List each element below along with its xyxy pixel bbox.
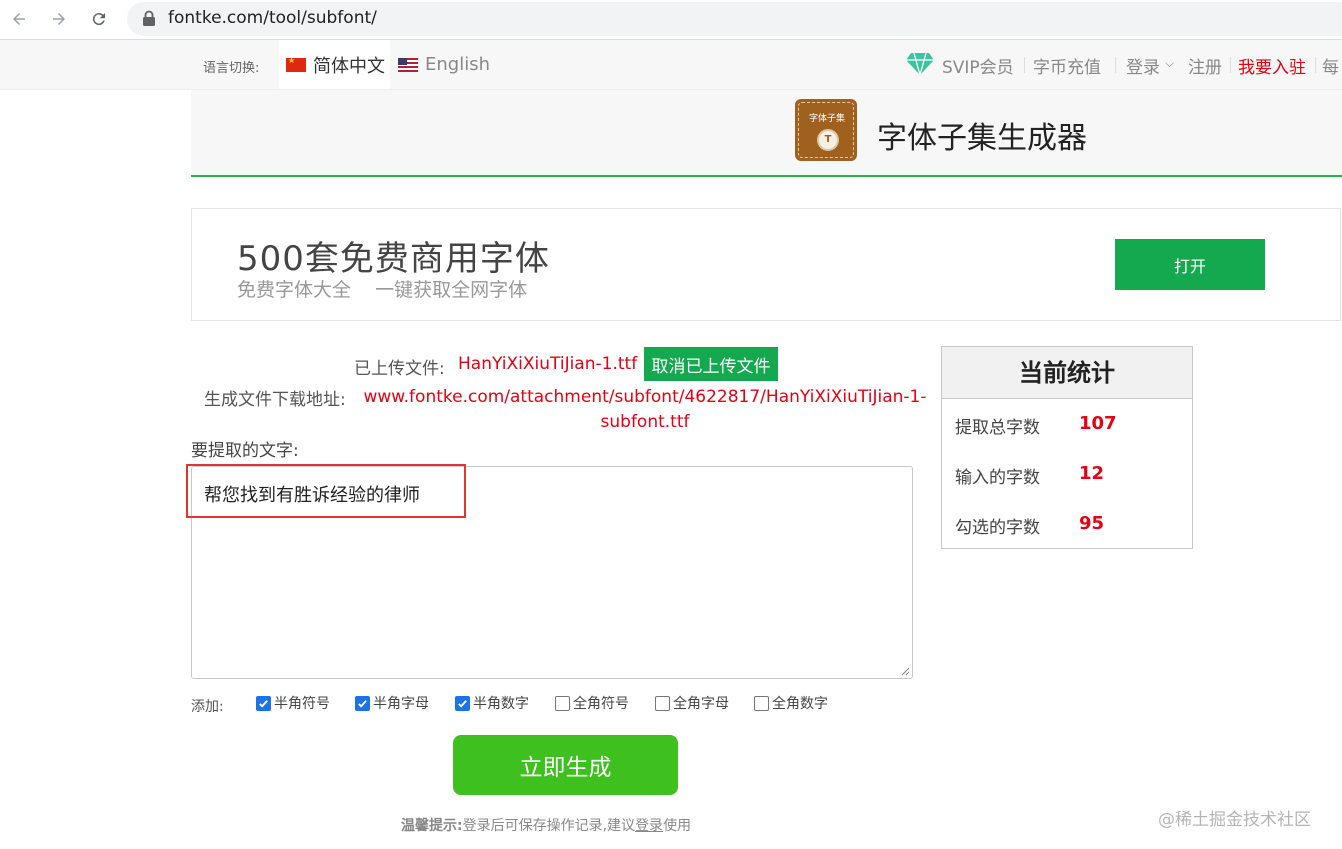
svip-link[interactable]: SVIP会员 — [942, 53, 1014, 78]
generate-button[interactable]: 立即生成 — [453, 735, 678, 795]
divider — [1315, 57, 1316, 73]
register-link[interactable]: 注册 — [1188, 53, 1222, 78]
stat-label-total: 提取总字数 — [955, 418, 1040, 438]
recharge-link[interactable]: 字币充值 — [1033, 53, 1101, 78]
logo-coin: T — [817, 129, 839, 151]
subfont-logo-icon: 字体子集 T — [795, 99, 857, 161]
tip-prefix: 温馨提示: — [401, 818, 463, 834]
site-topbar: 语言切换: 简体中文 English SVIP会员 字币充值 登录 ⌵ 注册 我… — [0, 40, 1342, 90]
checkbox-checked-icon[interactable] — [455, 695, 470, 711]
watermark: @稀土掘金技术社区 — [1158, 810, 1311, 830]
download-url-link[interactable]: www.fontke.com/attachment/subfont/462281… — [360, 385, 930, 435]
extract-text-input[interactable] — [191, 466, 913, 679]
charset-option[interactable]: 全角数字 — [754, 693, 828, 713]
checkbox-unchecked-icon[interactable] — [555, 695, 570, 711]
checkbox-unchecked-icon[interactable] — [754, 695, 769, 711]
browser-toolbar: fontke.com/tool/subfont/ — [0, 0, 1342, 40]
login-tip: 温馨提示:登录后可保存操作记录,建议登录使用 — [401, 815, 691, 835]
reload-icon[interactable] — [87, 7, 111, 31]
tip-text: 登录后可保存操作记录,建议 — [462, 818, 636, 834]
add-options-label: 添加: — [191, 699, 224, 715]
chevron-down-icon[interactable]: ⌵ — [1165, 56, 1174, 71]
divider — [1230, 57, 1231, 73]
uploaded-file-name: HanYiXiXiuTiJian-1.ttf — [458, 354, 638, 374]
stat-value-total: 107 — [1079, 413, 1117, 434]
checkbox-checked-icon[interactable] — [355, 695, 370, 711]
checkbox-checked-icon[interactable] — [256, 695, 271, 711]
join-link[interactable]: 我要入驻 — [1238, 53, 1306, 78]
charset-option[interactable]: 半角符号 — [256, 693, 330, 713]
stats-panel: 当前统计 提取总字数 107 输入的字数 12 勾选的字数 95 — [941, 346, 1193, 549]
download-url-label: 生成文件下载地址: — [204, 390, 346, 410]
divider — [1024, 57, 1025, 73]
charset-option-label: 全角符号 — [573, 696, 629, 712]
page-title: 字体子集生成器 — [877, 121, 1087, 156]
resize-grip-icon[interactable] — [898, 664, 910, 676]
stat-label-input: 输入的字数 — [955, 468, 1040, 488]
lock-icon — [143, 10, 155, 26]
tip-suffix: 使用 — [663, 818, 692, 834]
charset-option-label: 半角数字 — [473, 696, 529, 712]
diamond-icon — [906, 52, 934, 76]
ad-subtitle: 免费字体大全 一键获取全网字体 — [237, 279, 528, 301]
charset-option[interactable]: 全角符号 — [555, 693, 629, 713]
charset-option[interactable]: 半角数字 — [455, 693, 529, 713]
checkbox-unchecked-icon[interactable] — [655, 695, 670, 711]
lang-zh-label: 简体中文 — [313, 55, 385, 77]
tool-header — [191, 90, 1342, 177]
ad-open-button[interactable]: 打开 — [1115, 239, 1265, 290]
charset-option[interactable]: 全角字母 — [655, 693, 729, 713]
more-link[interactable]: 每 — [1322, 53, 1339, 78]
back-icon[interactable] — [7, 7, 31, 31]
charset-option-label: 全角字母 — [673, 696, 729, 712]
logo-frame: 字体子集 T — [798, 102, 854, 158]
uploaded-file-label: 已上传文件: — [354, 359, 445, 379]
extract-text-label: 要提取的文字: — [191, 441, 299, 461]
lang-en-label: English — [425, 54, 490, 75]
charset-option-label: 半角符号 — [274, 696, 330, 712]
charset-option-label: 全角数字 — [772, 696, 828, 712]
tip-login-link[interactable]: 登录 — [635, 818, 663, 834]
lang-switch-label: 语言切换: — [203, 61, 260, 76]
charset-option[interactable]: 半角字母 — [355, 693, 429, 713]
stat-label-checked: 勾选的字数 — [955, 518, 1040, 538]
lang-zh-option[interactable]: 简体中文 — [279, 40, 390, 89]
cancel-upload-button[interactable]: 取消已上传文件 — [644, 347, 778, 381]
charset-option-label: 半角字母 — [373, 696, 429, 712]
ad-banner[interactable]: 500套免费商用字体 免费字体大全 一键获取全网字体 打开 — [191, 208, 1341, 321]
us-flag-icon — [398, 57, 418, 72]
divider — [1115, 57, 1116, 73]
forward-icon[interactable] — [47, 7, 71, 31]
url-text[interactable]: fontke.com/tool/subfont/ — [168, 8, 377, 28]
china-flag-icon — [286, 56, 306, 72]
login-link[interactable]: 登录 — [1126, 53, 1160, 78]
stat-value-checked: 95 — [1079, 513, 1105, 534]
stat-value-input: 12 — [1079, 463, 1105, 484]
stats-title: 当前统计 — [942, 347, 1192, 399]
logo-text: 字体子集 — [808, 114, 845, 124]
ad-title: 500套免费商用字体 — [237, 239, 550, 279]
lang-en-option[interactable]: English — [398, 40, 490, 89]
